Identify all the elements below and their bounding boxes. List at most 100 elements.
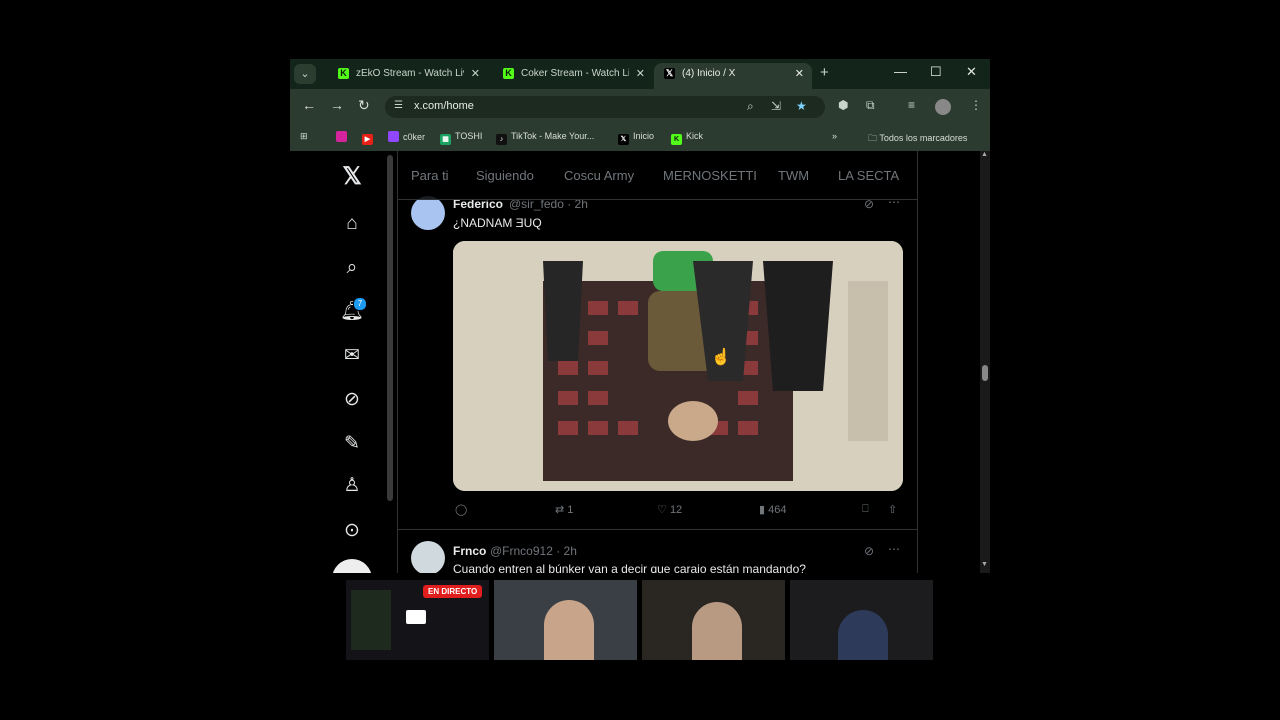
retweet-button[interactable]: ⇄ 1: [555, 503, 573, 516]
grok-icon[interactable]: ⊘: [340, 388, 364, 412]
tab-la-secta[interactable]: LA SECTA: [838, 168, 899, 183]
zoom-icon[interactable]: ⌕: [747, 99, 754, 114]
messages-mail-icon[interactable]: ✉: [340, 344, 364, 368]
close-tab-icon[interactable]: ✕: [471, 63, 480, 85]
reply-icon: ◯: [455, 504, 468, 516]
close-tab-icon[interactable]: ✕: [636, 63, 645, 85]
scroll-down-icon[interactable]: ▼: [981, 561, 988, 568]
tab-zeko-stream[interactable]: K zEkO Stream - Watch Live ✕: [328, 63, 488, 89]
bookmark-toshi[interactable]: ▦ TOSHI: [440, 131, 482, 145]
avatar[interactable]: [411, 541, 445, 573]
timeline-tabs: Para ti Siguiendo Coscu Army MERNOSKETTI…: [398, 151, 917, 200]
bookmark-tiktok[interactable]: ♪ TikTok - Make Your...: [496, 131, 594, 145]
bookmark-kick[interactable]: K Kick: [671, 131, 703, 145]
search-icon[interactable]: ⌕: [340, 256, 364, 280]
reload-button[interactable]: ↻: [358, 97, 370, 114]
avatar[interactable]: [411, 196, 445, 230]
retweet-icon: ⇄: [555, 504, 565, 516]
extension-shield-icon[interactable]: ⬢: [838, 98, 848, 112]
tab-label: Coker Stream - Watch Live: [521, 68, 629, 79]
url-text: x.com/home: [414, 100, 474, 112]
x-logo-icon[interactable]: 𝕏: [340, 165, 364, 189]
bookmark-icon: ⎕: [862, 503, 869, 515]
scrollbar-thumb[interactable]: [982, 365, 988, 381]
tab-x-inicio[interactable]: 𝕏 (4) Inicio / X ✕: [654, 63, 812, 89]
profile-avatar-icon[interactable]: [935, 99, 951, 115]
kick-icon: K: [503, 68, 514, 79]
tab-mernosketti[interactable]: MERNOSKETTI: [663, 168, 757, 183]
tab-siguiendo[interactable]: Siguiendo: [476, 168, 534, 183]
tweet-media-video[interactable]: ☝: [453, 241, 903, 491]
tab-coker-stream[interactable]: K Coker Stream - Watch Live ✕: [493, 63, 653, 89]
instagram-icon: [336, 131, 347, 142]
person-silhouette: [692, 602, 742, 660]
share-button[interactable]: ⇧: [888, 503, 897, 516]
menu-icon[interactable]: ⋮: [970, 98, 982, 112]
apps-icon[interactable]: ⊞: [300, 131, 308, 142]
x-logo-icon: 𝕏: [618, 134, 629, 145]
bookmark-youtube[interactable]: ▶: [362, 131, 377, 145]
tweet-text: ¿NADNAM ƎUQ: [453, 216, 542, 230]
browser-window: ⌄ K zEkO Stream - Watch Live ✕ K Coker S…: [290, 59, 990, 573]
site-info-icon[interactable]: ☰: [394, 100, 403, 111]
page-viewport: 𝕏 ⌂ ⌕ 🔔︎ 7 ✉ ⊘ ✎ ♙ ⊙ Federico @sir_fedo …: [290, 151, 990, 573]
all-bookmarks-folder[interactable]: 🗀 Todos los marcadores: [868, 131, 967, 147]
stream-thumbnail-cam-2[interactable]: [642, 580, 785, 660]
live-badge: EN DIRECTO: [423, 585, 483, 598]
back-button[interactable]: ←: [302, 97, 316, 113]
more-bookmarks-button[interactable]: »: [832, 131, 837, 141]
screen-icon: [406, 610, 426, 624]
youtube-icon: ▶: [362, 134, 373, 145]
maximize-button[interactable]: ☐: [930, 64, 942, 80]
minimize-button[interactable]: —: [894, 64, 907, 79]
bookmark-button[interactable]: ⎕: [862, 503, 869, 516]
tab-label: (4) Inicio / X: [682, 68, 736, 79]
column-divider: [397, 151, 398, 573]
tab-para-ti[interactable]: Para ti: [411, 168, 449, 183]
kick-icon: K: [338, 68, 349, 79]
tab-coscu-army[interactable]: Coscu Army: [564, 168, 634, 183]
tab-twm[interactable]: TWM: [778, 168, 809, 183]
extensions-icon[interactable]: ⧉: [866, 98, 875, 113]
tweet-author-handle[interactable]: @Frnco912 · 2h: [490, 544, 577, 558]
install-app-icon[interactable]: ⇲: [771, 99, 781, 113]
media-control-icon[interactable]: ≡: [908, 98, 915, 112]
stream-thumbnail-cam-1[interactable]: [494, 580, 637, 660]
like-button[interactable]: ♡ 12: [657, 503, 682, 516]
bookmark-star-icon[interactable]: ★: [796, 99, 807, 113]
home-icon[interactable]: ⌂: [340, 212, 364, 236]
page-scrollbar[interactable]: ▲ ▼: [980, 151, 990, 573]
grok-icon[interactable]: ⊘: [864, 544, 874, 558]
bookmark-c0ker[interactable]: c0ker: [388, 131, 425, 142]
more-icon[interactable]: ⋯: [888, 542, 900, 556]
video-frame: [453, 241, 903, 491]
tab-search-button[interactable]: ⌄: [294, 64, 316, 84]
views-bar-chart-icon: ▮: [759, 504, 766, 516]
tab-label: zEkO Stream - Watch Live: [356, 68, 464, 79]
person-silhouette: [544, 600, 594, 660]
bookmarks-bar: ⊞ ▶ c0ker ▦ TOSHI ♪ TikTok - Make Your... …: [290, 125, 990, 151]
share-icon: ⇧: [888, 504, 898, 516]
sidebar-scrollbar[interactable]: [387, 155, 393, 501]
reply-button[interactable]: ◯: [455, 503, 467, 516]
bookmark-instagram[interactable]: [336, 131, 351, 142]
post-button[interactable]: [332, 559, 372, 573]
twitch-icon: [388, 131, 399, 142]
tweet-author-name[interactable]: Frnco: [453, 544, 486, 558]
more-options-icon[interactable]: ⊙: [340, 519, 364, 543]
profile-icon[interactable]: ♙: [340, 474, 364, 498]
close-tab-icon[interactable]: ✕: [795, 63, 804, 85]
address-bar[interactable]: ☰ x.com/home ⌕ ⇲ ★: [385, 96, 825, 118]
new-tab-button[interactable]: +: [820, 64, 829, 81]
views-button[interactable]: ▮ 464: [759, 503, 786, 516]
stream-thumbnail-cam-3[interactable]: [790, 580, 933, 660]
close-window-button[interactable]: ✕: [966, 64, 977, 80]
x-logo-icon: 𝕏: [664, 68, 675, 79]
tweet-divider: [398, 529, 917, 530]
lists-icon[interactable]: ✎: [340, 432, 364, 456]
bookmark-inicio[interactable]: 𝕏 Inicio: [618, 131, 654, 145]
scroll-up-icon[interactable]: ▲: [981, 151, 988, 158]
kick-icon: K: [671, 134, 682, 145]
browser-toolbar: ← → ↻ ☰ x.com/home ⌕ ⇲ ★ ⬢ ⧉ ≡ ⋮: [290, 89, 990, 125]
forward-button[interactable]: →: [330, 97, 344, 113]
